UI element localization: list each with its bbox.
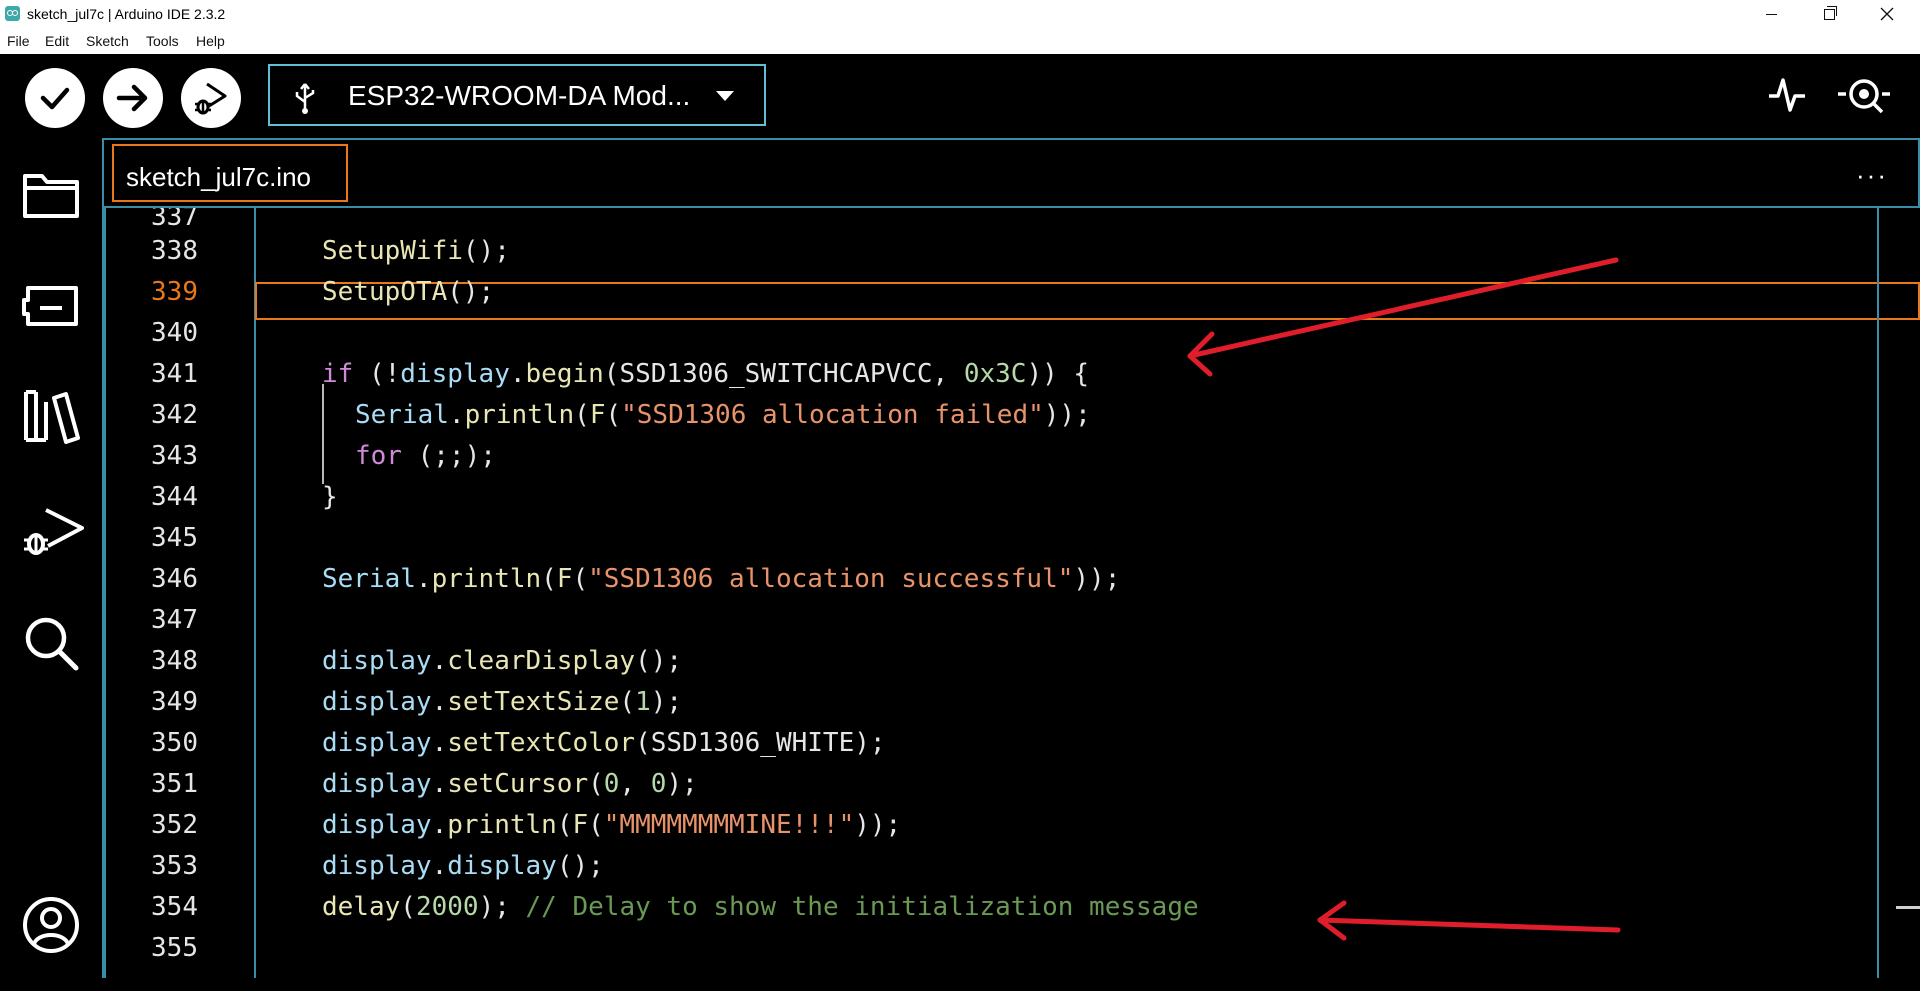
line-number: 337: [151, 208, 198, 232]
menu-help[interactable]: Help: [196, 33, 225, 49]
window-title: sketch_jul7c | Arduino IDE 2.3.2: [27, 6, 226, 22]
menu-bar: File Edit Sketch Tools Help: [0, 28, 1920, 54]
serial-plotter-icon[interactable]: [1766, 72, 1808, 116]
serial-monitor-icon[interactable]: [1836, 72, 1892, 116]
line-number: 338: [151, 236, 198, 266]
chevron-down-icon: [716, 91, 734, 101]
gutter-divider: [254, 208, 256, 991]
line-number: 347: [151, 605, 198, 635]
line-number: 348: [151, 646, 198, 676]
close-button[interactable]: [1858, 0, 1916, 28]
editor-tab-bar: sketch_jul7c.ino ···: [104, 138, 1920, 208]
debug-play-icon: [195, 82, 227, 115]
overview-ruler: [1877, 208, 1879, 991]
tab-sketch-file[interactable]: sketch_jul7c.ino: [112, 144, 348, 202]
board-manager-icon[interactable]: [22, 280, 80, 332]
code-line: display.setCursor(0, 0);: [322, 769, 698, 799]
line-number: 355: [151, 933, 198, 963]
code-line: Serial.println(F("SSD1306 allocation suc…: [322, 564, 1121, 594]
board-selector[interactable]: ESP32-WROOM-DA Mod...: [268, 64, 766, 126]
code-line: delay(2000); // Delay to show the initia…: [322, 892, 1199, 922]
account-icon[interactable]: [22, 896, 80, 954]
usb-icon: [295, 83, 315, 114]
line-number: 354: [151, 892, 198, 922]
line-number: 346: [151, 564, 198, 594]
code-line: SetupWifi();: [322, 236, 510, 266]
check-icon: [40, 87, 70, 110]
minimize-button[interactable]: [1742, 0, 1800, 28]
library-manager-icon[interactable]: [22, 388, 80, 444]
code-line-active: SetupOTA();: [322, 277, 495, 307]
line-number: 343: [151, 441, 198, 471]
code-line: display.println(F("MMMMMMMMINE!!!"));: [322, 810, 902, 840]
menu-sketch[interactable]: Sketch: [86, 33, 129, 49]
arrow-right-icon: [116, 84, 148, 112]
code-line: if (!display.begin(SSD1306_SWITCHCAPVCC,…: [322, 359, 1090, 389]
upload-button[interactable]: [103, 68, 163, 128]
current-line-highlight: [255, 282, 1920, 320]
debug-button[interactable]: [181, 68, 241, 128]
activity-sidebar: [0, 138, 104, 991]
debug-icon[interactable]: [22, 502, 86, 562]
code-line: display.setTextColor(SSD1306_WHITE);: [322, 728, 886, 758]
line-number: 351: [151, 769, 198, 799]
menu-edit[interactable]: Edit: [45, 33, 69, 49]
line-number: 345: [151, 523, 198, 553]
scroll-position-mark[interactable]: [1896, 906, 1920, 909]
tab-label: sketch_jul7c.ino: [126, 162, 311, 192]
board-name: ESP32-WROOM-DA Mod...: [348, 80, 691, 111]
more-actions-icon[interactable]: ···: [1856, 160, 1888, 191]
line-number: 353: [151, 851, 198, 881]
indent-guide: [322, 384, 324, 484]
line-number: 340: [151, 318, 198, 348]
verify-button[interactable]: [25, 68, 85, 128]
line-number: 342: [151, 400, 198, 430]
code-line: display.setTextSize(1);: [322, 687, 683, 717]
line-number: 352: [151, 810, 198, 840]
code-editor[interactable]: 337 338 339 340 341 342 343 344 345 346 …: [104, 208, 1920, 991]
line-number: 341: [151, 359, 198, 389]
search-icon[interactable]: [22, 614, 80, 672]
sketchbook-folder-icon[interactable]: [22, 168, 80, 220]
line-number: 350: [151, 728, 198, 758]
restore-icon: [1823, 5, 1837, 20]
line-number: 344: [151, 482, 198, 512]
line-number-active: 339: [151, 277, 198, 307]
code-line: display.display();: [322, 851, 604, 881]
code-line: for (;;);: [355, 441, 496, 471]
status-bar: [0, 978, 1920, 991]
code-line: Serial.println(F("SSD1306 allocation fai…: [355, 400, 1091, 430]
title-bar: sketch_jul7c | Arduino IDE 2.3.2: [0, 0, 1920, 28]
close-icon: [1880, 7, 1894, 21]
code-line: }: [322, 482, 338, 512]
line-number: 349: [151, 687, 198, 717]
minimize-icon: [1765, 13, 1777, 15]
restore-button[interactable]: [1800, 0, 1858, 28]
menu-tools[interactable]: Tools: [146, 33, 179, 49]
menu-file[interactable]: File: [7, 33, 30, 49]
arduino-logo-icon: [5, 6, 20, 21]
toolbar: ESP32-WROOM-DA Mod...: [0, 54, 1920, 138]
code-line: display.clearDisplay();: [322, 646, 683, 676]
